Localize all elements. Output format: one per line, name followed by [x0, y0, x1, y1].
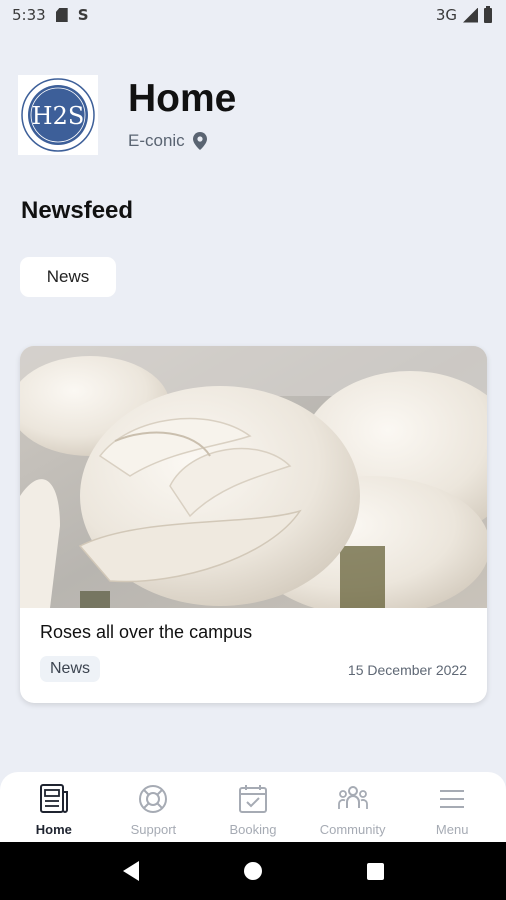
map-pin-icon — [192, 132, 207, 150]
sd-card-icon — [55, 8, 68, 22]
sync-icon: S — [77, 6, 89, 24]
signal-icon — [463, 7, 478, 23]
page-title: Home — [128, 77, 237, 120]
nav-label-home: Home — [35, 822, 72, 837]
newspaper-icon — [39, 784, 68, 813]
home-button[interactable] — [243, 862, 262, 880]
location-label: E-conic — [128, 131, 185, 150]
status-right: 3G — [435, 5, 492, 24]
header-text: Home E-conic — [128, 75, 236, 151]
card-image — [20, 346, 487, 608]
card-date: 15 December 2022 — [347, 662, 467, 678]
bottom-navigation: Home Support Booking Community Menu — [0, 772, 506, 842]
nav-item-home[interactable]: Home — [4, 782, 104, 837]
logo-text: H2S — [32, 102, 85, 130]
nav-item-community[interactable]: Community — [303, 782, 403, 837]
nav-item-booking[interactable]: Booking — [203, 782, 303, 837]
hamburger-icon — [440, 790, 465, 808]
status-bar: 5:33 S 3G — [0, 0, 506, 30]
battery-icon — [484, 5, 492, 23]
network-type: 3G — [435, 6, 457, 24]
status-time: 5:33 — [12, 6, 46, 24]
nav-label-support: Support — [130, 822, 177, 837]
logo-emblem: H2S — [21, 78, 95, 152]
filter-chip-news[interactable]: News — [20, 257, 116, 297]
nav-item-menu[interactable]: Menu — [402, 782, 502, 837]
system-navigation-bar — [0, 842, 506, 900]
news-card[interactable]: Roses all over the campus News 15 Decemb… — [20, 346, 487, 703]
nav-label-booking: Booking — [229, 822, 277, 837]
nav-label-menu: Menu — [435, 822, 469, 837]
card-tag: News — [40, 656, 101, 682]
nav-label-community: Community — [319, 822, 386, 837]
status-left: 5:33 S — [12, 6, 89, 24]
nav-item-support[interactable]: Support — [104, 782, 204, 837]
lifebuoy-icon — [139, 785, 168, 813]
people-icon — [337, 786, 368, 809]
newsfeed-title: Newsfeed — [21, 197, 134, 224]
calendar-check-icon — [238, 785, 267, 813]
logo: H2S — [18, 75, 98, 155]
location-selector[interactable]: E-conic — [128, 131, 236, 151]
card-title: Roses all over the campus — [40, 622, 253, 642]
page-header: H2S Home E-conic — [18, 75, 236, 155]
back-button[interactable] — [122, 861, 139, 881]
recents-button[interactable] — [366, 862, 384, 880]
